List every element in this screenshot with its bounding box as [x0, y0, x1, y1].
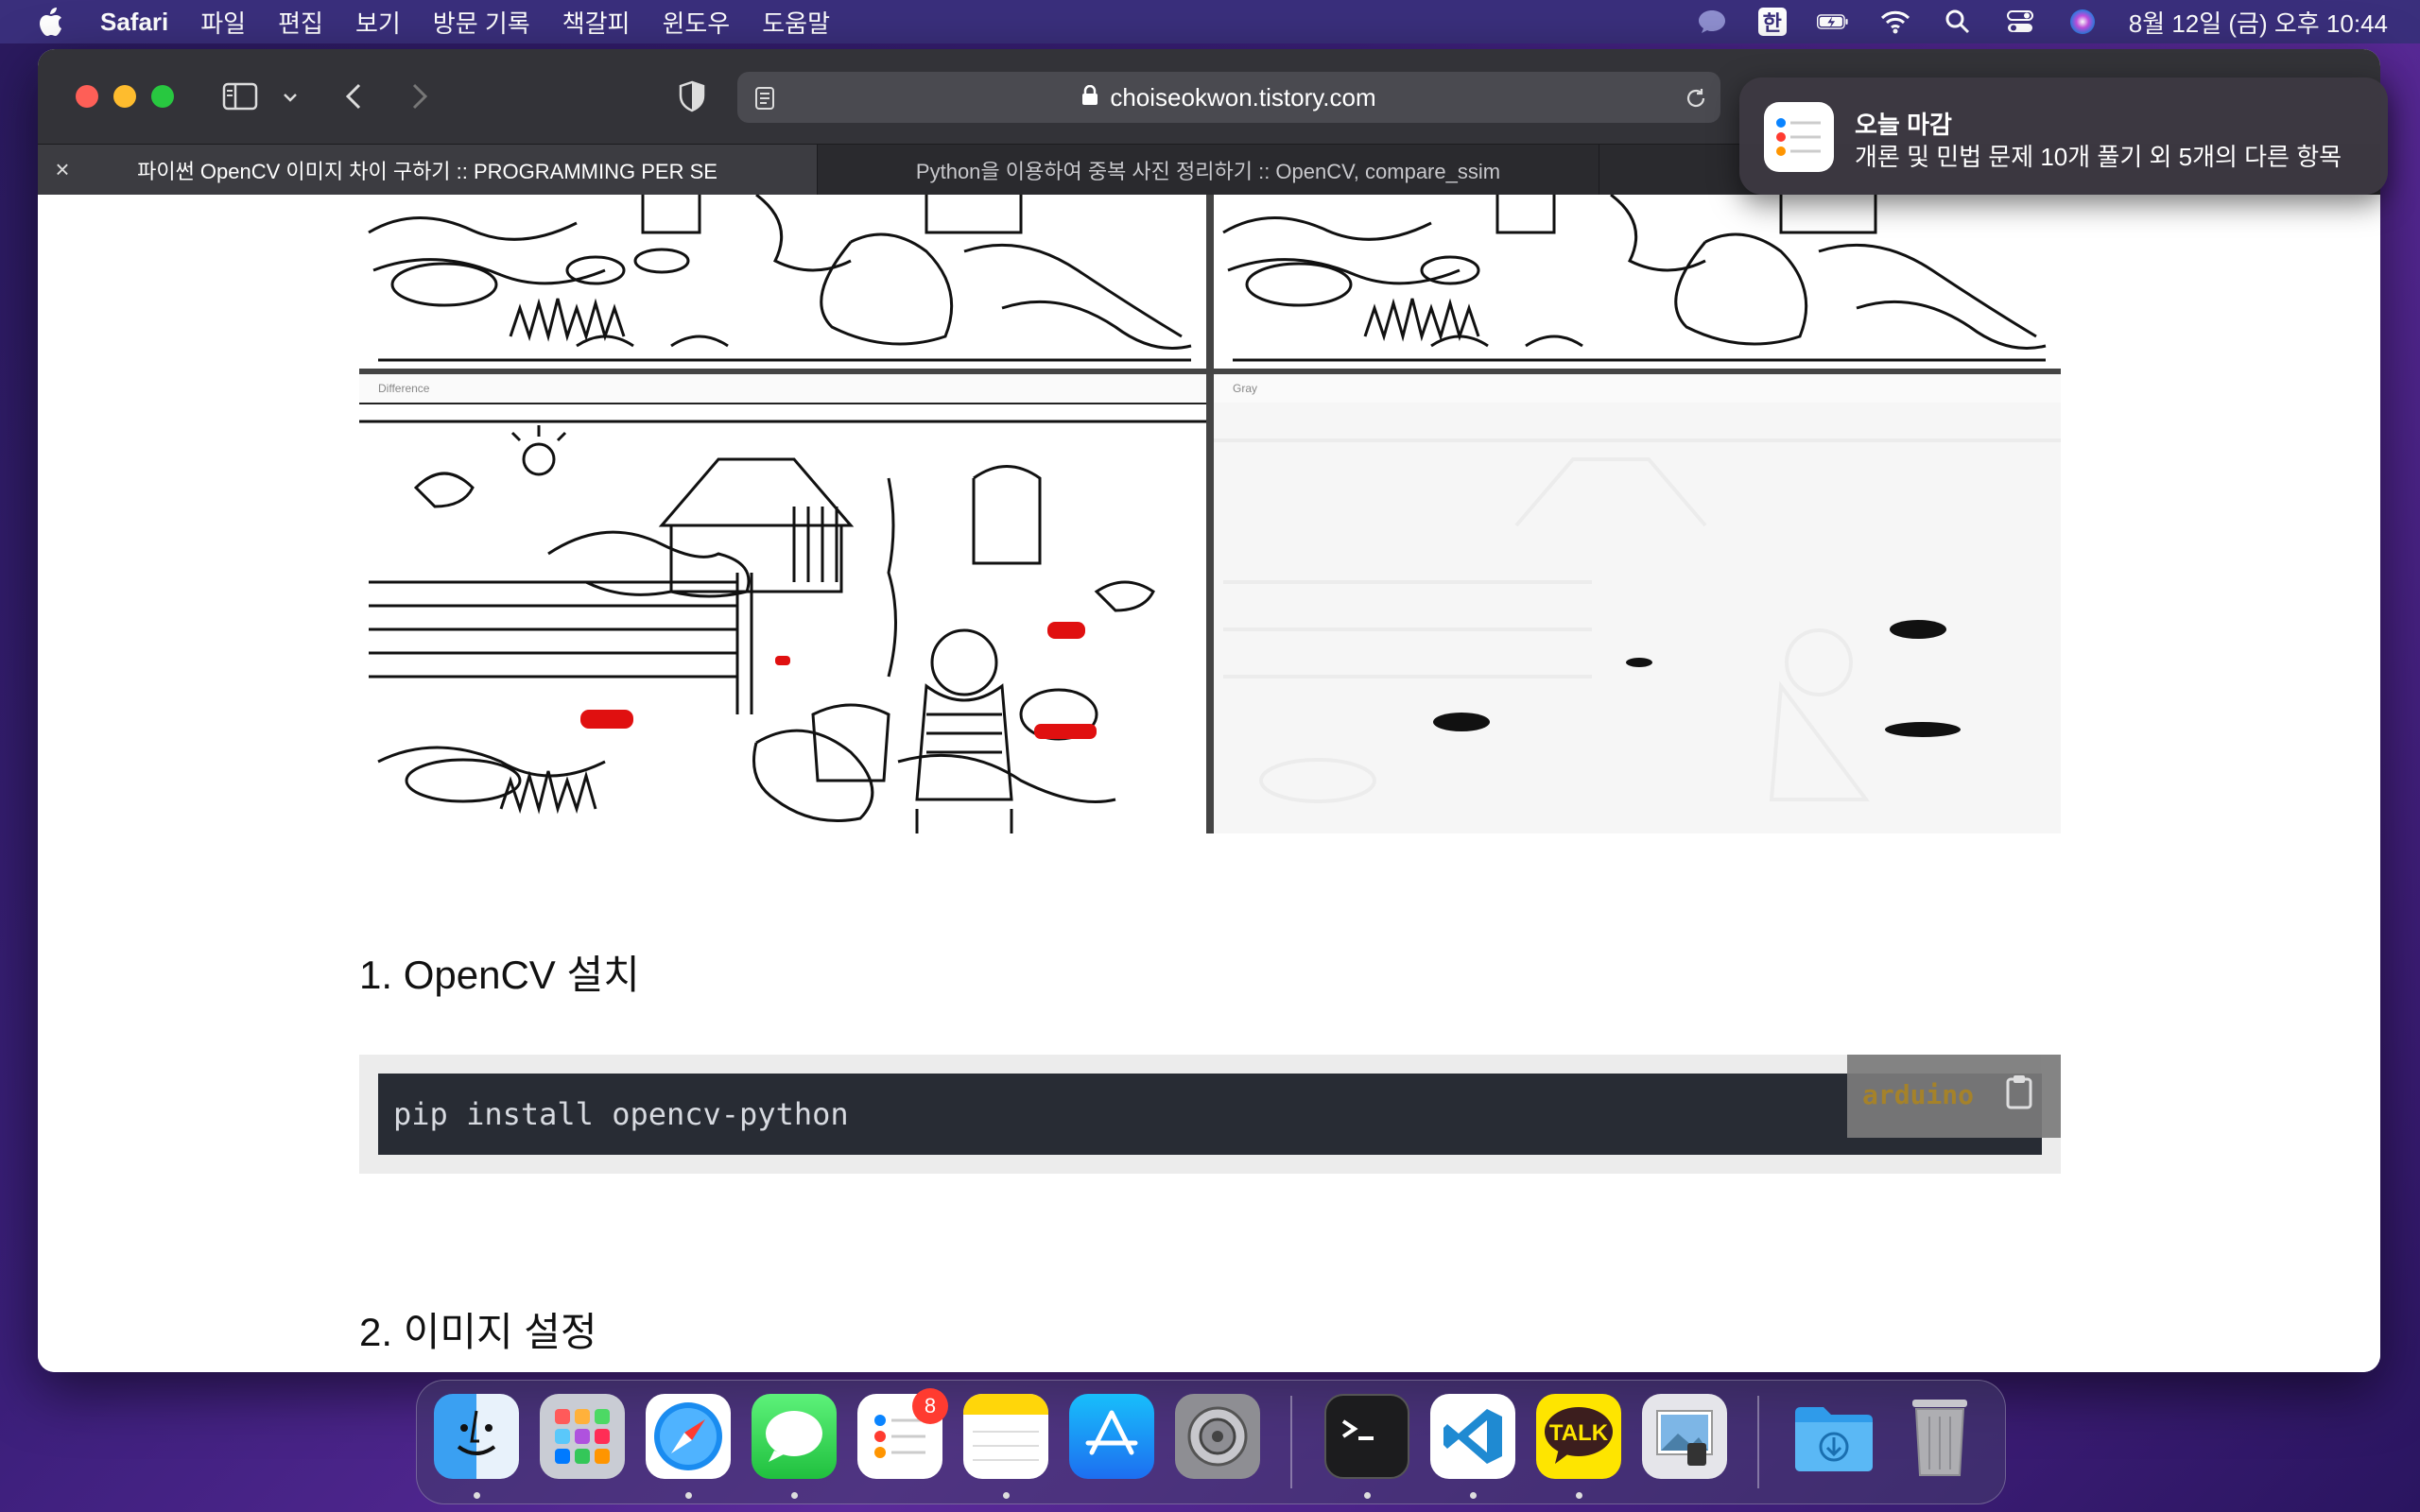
trash-icon[interactable]: [1897, 1394, 1982, 1479]
address-bar[interactable]: choiseokwon.tistory.com: [737, 72, 1720, 123]
menu-bookmarks[interactable]: 책갈피: [562, 5, 631, 40]
kakaotalk-icon[interactable]: TALK: [1536, 1394, 1621, 1479]
system-preferences-icon[interactable]: [1175, 1394, 1260, 1479]
menubar-clock[interactable]: 8월 12일 (금) 오후 10:44: [2129, 5, 2388, 40]
line-art-illustration: [359, 420, 1206, 833]
tab-inactive[interactable]: Python을 이용하여 중복 사진 정리하기 :: OpenCV, compa…: [817, 145, 1599, 196]
apple-menu-icon[interactable]: [36, 7, 66, 37]
difference-window-titlebar: Difference: [359, 374, 1206, 404]
pane-divider: [1206, 195, 1214, 833]
running-indicator: [1364, 1492, 1371, 1499]
privacy-shield-icon[interactable]: [675, 77, 709, 115]
app-store-icon[interactable]: [1069, 1394, 1154, 1479]
code-language-badge: arduino: [1847, 1055, 2061, 1138]
code-block-body[interactable]: pip install opencv-python: [378, 1074, 2042, 1155]
running-indicator: [1470, 1492, 1477, 1499]
menu-view[interactable]: 보기: [355, 5, 401, 40]
notification-body: 개론 및 민법 문제 10개 풀기 외 5개의 다른 항목: [1855, 143, 2342, 171]
clipboard-copy-icon[interactable]: [2002, 1074, 2036, 1111]
running-indicator: [1003, 1492, 1010, 1499]
battery-charging-icon[interactable]: [1816, 8, 1849, 36]
image-pane-original: [359, 195, 1206, 369]
menu-window[interactable]: 윈도우: [662, 5, 730, 40]
app-name-menu[interactable]: Safari: [100, 8, 168, 37]
reminders-icon[interactable]: 8: [857, 1388, 948, 1479]
reminders-notification[interactable]: 오늘 마감 개론 및 민법 문제 10개 풀기 외 5개의 다른 항목: [1739, 77, 2388, 195]
safari-window: choiseokwon.tistory.com × 파이썬 OpenCV 이미지…: [38, 49, 2380, 1372]
notification-title: 오늘 마감: [1855, 111, 1952, 139]
tab-title: 파이썬 OpenCV 이미지 차이 구하기 :: PROGRAMMING PER…: [137, 160, 717, 183]
section-heading-install: 1. OpenCV 설치: [359, 953, 640, 997]
menu-edit[interactable]: 편집: [278, 5, 323, 40]
line-art-illustration: [368, 195, 1192, 362]
gray-window: Gray: [1214, 374, 2061, 833]
preview-icon[interactable]: [1642, 1394, 1727, 1479]
back-icon[interactable]: [337, 79, 371, 113]
safari-icon[interactable]: [646, 1394, 731, 1479]
running-indicator: [474, 1492, 480, 1499]
vscode-icon[interactable]: [1430, 1394, 1515, 1479]
code-text[interactable]: pip install opencv-python: [393, 1074, 849, 1155]
spotlight-search-icon[interactable]: [1942, 8, 1974, 36]
image-pane-modified: [1214, 195, 2061, 369]
chevron-down-icon[interactable]: [276, 83, 304, 112]
running-indicator: [791, 1492, 798, 1499]
input-method-indicator[interactable]: 한: [1757, 8, 1787, 36]
launchpad-icon[interactable]: [540, 1394, 625, 1479]
window-zoom-button[interactable]: [151, 85, 174, 108]
code-block: pip install opencv-python arduino: [359, 1055, 2061, 1174]
gray-window-title: Gray: [1233, 382, 1258, 395]
dock-separator: [1290, 1396, 1292, 1488]
difference-window: Difference: [359, 374, 1206, 833]
notes-icon[interactable]: [963, 1394, 1048, 1479]
messages-icon[interactable]: [752, 1394, 837, 1479]
dock: 8 TALK: [416, 1380, 2006, 1504]
terminal-icon[interactable]: [1324, 1394, 1409, 1479]
wifi-icon[interactable]: [1879, 8, 1911, 36]
line-art-illustration: [1222, 195, 2047, 362]
window-close-button[interactable]: [76, 85, 98, 108]
chat-bubble-icon[interactable]: [1696, 8, 1728, 36]
siri-icon[interactable]: [2066, 8, 2099, 36]
finder-icon[interactable]: [434, 1394, 519, 1479]
code-language-label: arduino: [1862, 1079, 1975, 1110]
reminders-app-icon: [1764, 102, 1834, 172]
control-center-icon[interactable]: [2004, 8, 2036, 36]
kakaotalk-label: TALK: [1548, 1420, 1609, 1446]
menu-bar: Safari 파일 편집 보기 방문 기록 책갈피 윈도우 도움말 한 8월 1…: [0, 0, 2420, 43]
close-tab-icon[interactable]: ×: [51, 155, 74, 183]
downloads-folder-icon[interactable]: [1791, 1394, 1876, 1479]
difference-window-title: Difference: [378, 382, 430, 395]
forward-icon[interactable]: [403, 79, 437, 113]
dock-separator: [1757, 1396, 1759, 1488]
running-indicator: [685, 1492, 692, 1499]
menu-help[interactable]: 도움말: [762, 5, 830, 40]
grayscale-difference-image: [1214, 403, 2061, 833]
notification-badge: 8: [912, 1388, 948, 1424]
url-text[interactable]: choiseokwon.tistory.com: [1110, 83, 1375, 112]
reload-icon[interactable]: [1683, 85, 1709, 112]
section-heading-image-setup: 2. 이미지 설정: [359, 1310, 597, 1354]
menu-file[interactable]: 파일: [200, 5, 246, 40]
gray-window-titlebar: Gray: [1214, 374, 2061, 404]
running-indicator: [1576, 1492, 1582, 1499]
window-minimize-button[interactable]: [113, 85, 136, 108]
page-content[interactable]: Difference Gray 1. OpenCV 설치 pip install…: [38, 195, 2380, 1372]
tab-title: Python을 이용하여 중복 사진 정리하기 :: OpenCV, compa…: [915, 160, 1501, 183]
sidebar-toggle-icon[interactable]: [221, 79, 259, 113]
tab-active[interactable]: × 파이썬 OpenCV 이미지 차이 구하기 :: PROGRAMMING P…: [38, 145, 817, 196]
comparison-figure: Difference Gray: [359, 195, 2061, 833]
lock-icon: [1081, 83, 1098, 112]
menu-history[interactable]: 방문 기록: [433, 5, 530, 40]
